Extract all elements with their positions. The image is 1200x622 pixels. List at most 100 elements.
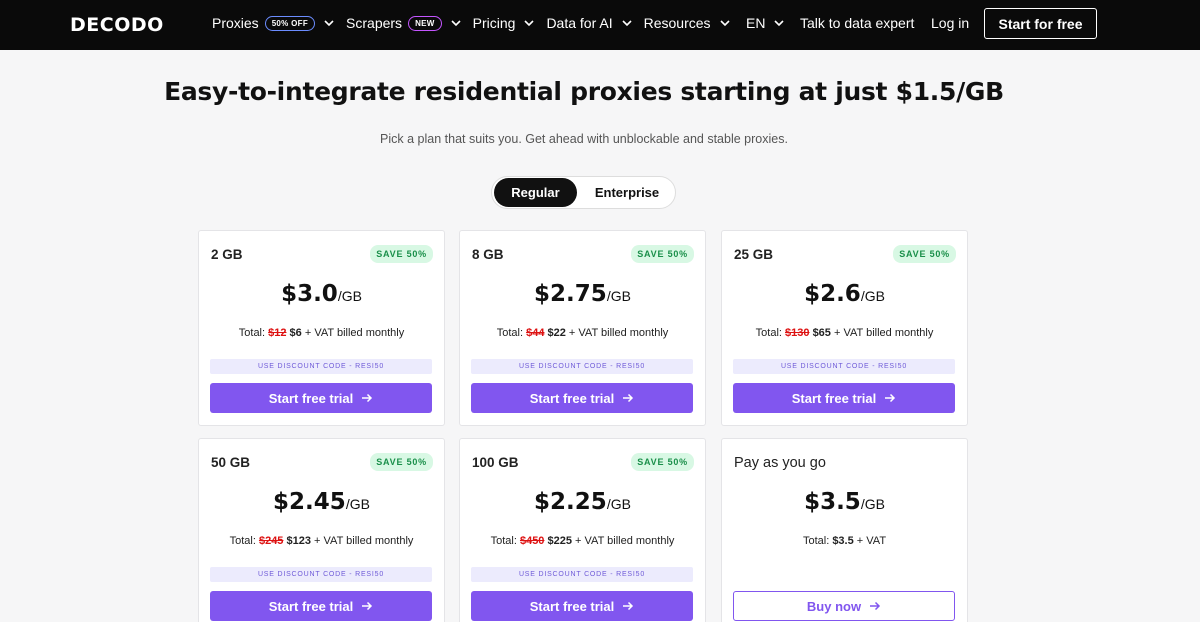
cta-label: Start free trial — [791, 390, 877, 406]
plan-type-toggle: Regular Enterprise — [491, 176, 676, 209]
new-badge: NEW — [408, 15, 442, 31]
cta-label: Start free trial — [268, 390, 354, 406]
save-badge: SAVE 50% — [370, 245, 433, 263]
menu-item-proxies[interactable]: Proxies 50% OFF — [212, 15, 336, 31]
start-free-trial-button[interactable]: Start free trial — [210, 591, 432, 621]
price-unit: /GB — [337, 288, 362, 304]
start-free-trial-button[interactable]: Start free trial — [471, 591, 693, 621]
chevron-down-icon — [620, 16, 634, 30]
price-unit: /GB — [860, 288, 885, 304]
plan-total: Total: $130 $65 + VAT billed monthly — [722, 327, 967, 339]
discount-code: USE DISCOUNT CODE - RESI50 — [210, 567, 432, 582]
cta-label: Start free trial — [529, 390, 615, 406]
new-price: $65 — [812, 327, 831, 339]
logo-text: DECODO — [70, 14, 164, 36]
total-suffix: + VAT billed monthly — [568, 327, 669, 339]
plan-total: Total: $12 $6 + VAT billed monthly — [199, 327, 444, 339]
price-amount: $3.5 — [804, 489, 861, 515]
total-prefix: Total: — [496, 327, 524, 339]
arrow-right-icon — [361, 392, 373, 404]
discount-code: USE DISCOUNT CODE - RESI50 — [210, 359, 432, 374]
total-suffix: + VAT billed monthly — [314, 535, 414, 547]
menu-item-resources[interactable]: Resources — [644, 15, 732, 31]
plan-card-100gb: 100 GB SAVE 50% $2.25/GB Total: $450 $22… — [459, 438, 706, 622]
start-free-trial-button[interactable]: Start free trial — [210, 383, 432, 413]
total-prefix: Total: — [802, 535, 830, 547]
buy-now-button[interactable]: Buy now — [733, 591, 955, 621]
total-prefix: Total: — [238, 327, 266, 339]
new-price: $3.5 — [832, 535, 854, 547]
total-suffix: + VAT billed monthly — [304, 327, 405, 339]
toggle-enterprise[interactable]: Enterprise — [582, 178, 672, 207]
menu-item-pricing[interactable]: Pricing — [473, 15, 537, 31]
price-unit: /GB — [860, 496, 885, 512]
start-for-free-button[interactable]: Start for free — [984, 8, 1097, 39]
price-unit: /GB — [606, 496, 631, 512]
plan-price: $2.6/GB — [722, 281, 967, 307]
new-price: $6 — [289, 327, 302, 339]
plan-price: $2.25/GB — [460, 489, 705, 515]
price-amount: $2.25 — [534, 489, 607, 515]
start-free-trial-button[interactable]: Start free trial — [733, 383, 955, 413]
old-price: $44 — [526, 327, 545, 339]
price-unit: /GB — [606, 288, 631, 304]
cta-label: Start free trial — [268, 598, 354, 614]
old-price: $130 — [785, 327, 810, 339]
plan-price: $2.75/GB — [460, 281, 705, 307]
total-suffix: + VAT billed monthly — [575, 535, 675, 547]
menu-label: Proxies — [212, 15, 259, 31]
total-prefix: Total: — [755, 327, 782, 339]
plan-total: Total: $450 $225 + VAT billed monthly — [460, 535, 705, 547]
toggle-regular[interactable]: Regular — [494, 178, 577, 207]
total-suffix: + VAT — [856, 535, 887, 547]
language-selector[interactable]: EN — [746, 12, 786, 34]
top-navbar: DECODO Proxies 50% OFF Scrapers NEW Pric… — [0, 0, 1200, 50]
arrow-right-icon — [622, 600, 634, 612]
page-title: Easy-to-integrate residential proxies st… — [164, 77, 1004, 106]
plan-card-8gb: 8 GB SAVE 50% $2.75/GB Total: $44 $22 + … — [459, 230, 706, 426]
menu-item-data-for-ai[interactable]: Data for AI — [546, 15, 633, 31]
plan-size: 50 GB — [211, 455, 251, 470]
total-suffix: + VAT billed monthly — [833, 327, 934, 339]
menu-label: Scrapers — [346, 15, 403, 31]
old-price: $450 — [519, 535, 545, 547]
cta-label: Start free trial — [529, 598, 615, 614]
menu-label: Data for AI — [546, 15, 613, 31]
price-amount: $2.6 — [804, 281, 861, 307]
plan-size: Pay as you go — [734, 455, 826, 471]
plan-size: 100 GB — [472, 455, 519, 470]
chevron-down-icon — [522, 16, 536, 30]
menu-item-scrapers[interactable]: Scrapers NEW — [346, 15, 463, 31]
chevron-down-icon — [449, 16, 463, 30]
save-badge: SAVE 50% — [893, 245, 956, 263]
plan-total: Total: $44 $22 + VAT billed monthly — [460, 327, 705, 339]
price-amount: $2.75 — [534, 281, 607, 307]
plan-size: 25 GB — [734, 247, 774, 262]
login-link[interactable]: Log in — [931, 12, 969, 34]
plan-card-50gb: 50 GB SAVE 50% $2.45/GB Total: $245 $123… — [198, 438, 445, 622]
plan-price: $3.0/GB — [199, 281, 444, 307]
old-price: $245 — [258, 535, 284, 547]
discount-code: USE DISCOUNT CODE - RESI50 — [471, 567, 693, 582]
plan-price: $3.5/GB — [722, 489, 967, 515]
menu-label: Pricing — [472, 15, 516, 31]
plan-size: 2 GB — [211, 247, 243, 262]
new-price: $225 — [547, 535, 572, 547]
talk-to-expert-link[interactable]: Talk to data expert — [800, 12, 914, 34]
plan-size: 8 GB — [472, 247, 504, 262]
language-label: EN — [746, 15, 766, 31]
start-free-trial-button[interactable]: Start free trial — [471, 383, 693, 413]
total-prefix: Total: — [490, 535, 517, 547]
discount-code: USE DISCOUNT CODE - RESI50 — [471, 359, 693, 374]
save-badge: SAVE 50% — [631, 453, 694, 471]
plan-card-25gb: 25 GB SAVE 50% $2.6/GB Total: $130 $65 +… — [721, 230, 968, 426]
arrow-right-icon — [361, 600, 373, 612]
chevron-down-icon — [718, 16, 732, 30]
arrow-right-icon — [869, 600, 881, 612]
save-badge: SAVE 50% — [370, 453, 433, 471]
cta-label: Buy now — [806, 598, 862, 614]
old-price: $12 — [268, 327, 287, 339]
main-menu: Proxies 50% OFF Scrapers NEW Pricing Dat… — [212, 12, 742, 34]
logo[interactable]: DECODO — [70, 13, 164, 37]
new-price: $22 — [547, 327, 566, 339]
